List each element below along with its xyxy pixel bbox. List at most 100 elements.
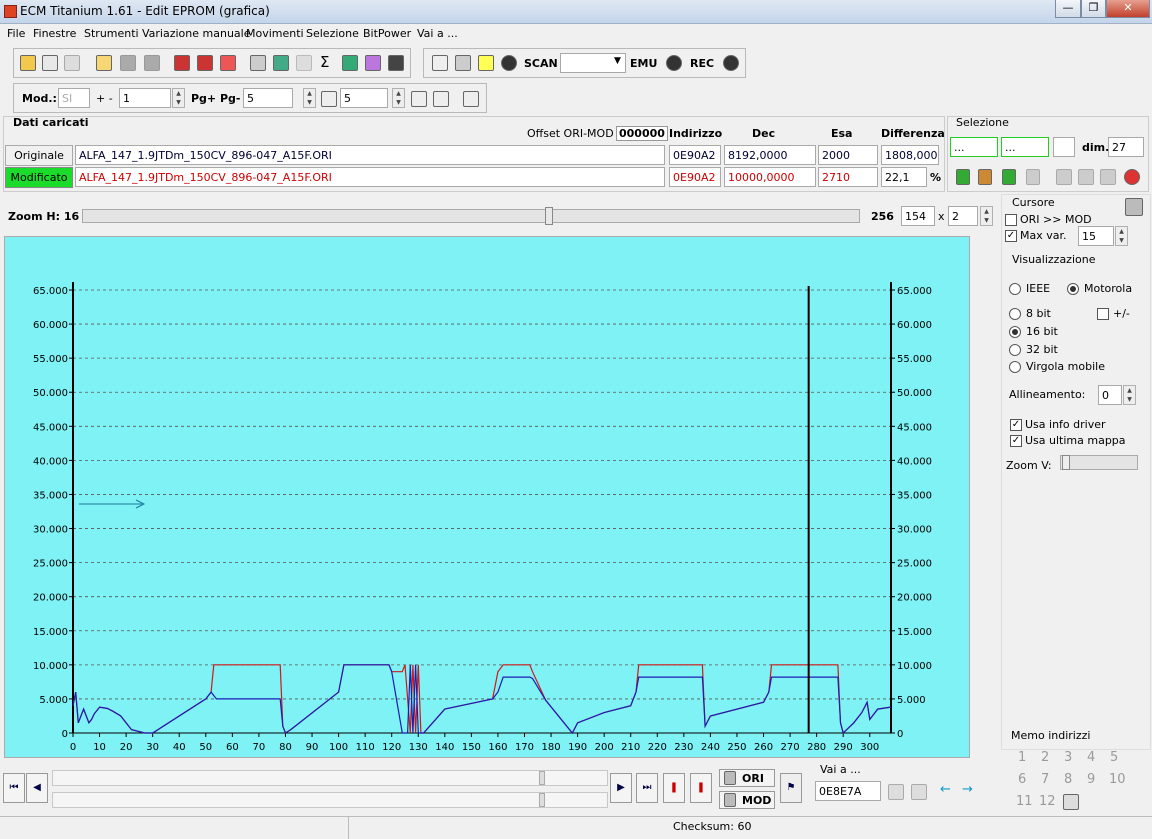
modified-dec[interactable] [724,167,816,187]
menu-variazione-manuale[interactable]: Variazione manuale [142,27,251,40]
step-field[interactable] [119,88,171,108]
memo-4[interactable]: 4 [1087,750,1095,765]
selection-extra[interactable] [1053,137,1075,157]
move-selection-icon[interactable] [1100,169,1116,185]
memo-9[interactable]: 9 [1087,772,1095,787]
menu-file[interactable]: File [7,27,25,40]
chevron-down-icon[interactable]: ▼ [614,56,621,66]
p-field[interactable] [340,88,388,108]
alignment-field[interactable] [1098,385,1122,405]
swap-right-icon[interactable]: → [962,782,973,797]
ori-mod-checkbox[interactable] [1005,214,1017,226]
checksum-icon[interactable] [197,55,213,71]
mod-field[interactable] [58,88,90,108]
lock-icon[interactable] [455,55,471,71]
paste-selection-icon[interactable] [1078,169,1094,185]
pg-spinner[interactable]: ▲ ▼ [303,88,316,108]
save-icon[interactable] [120,55,136,71]
scroll-thumb-mod[interactable] [539,793,545,807]
memo-5[interactable]: 5 [1110,750,1118,765]
step-spinner[interactable]: ▲ ▼ [172,88,185,108]
compare-prev-icon[interactable]: ❚ [663,773,685,803]
p-spinner[interactable]: ▲ ▼ [392,88,405,108]
motorola-radio[interactable] [1067,283,1079,295]
copy-selection-icon[interactable] [1056,169,1072,185]
select-range-icon[interactable] [978,169,992,185]
module-icon[interactable] [273,55,289,71]
max-var-checkbox[interactable]: ✓ [1005,230,1017,242]
goto-end-icon[interactable] [911,784,927,800]
menu-finestre[interactable]: Finestre [33,27,76,40]
m-small-icon[interactable] [411,91,427,107]
memo-1[interactable]: 1 [1018,750,1026,765]
select-end-icon[interactable] [1026,169,1040,185]
u-icon[interactable] [463,91,479,107]
minimize-button[interactable]: — [1055,0,1081,18]
sigma-icon[interactable]: Σ [320,53,329,71]
menu-strumenti[interactable]: Strumenti [84,27,139,40]
padlock-icon[interactable] [1125,198,1143,216]
8bit-radio[interactable] [1009,308,1021,320]
memo-10[interactable]: 10 [1109,772,1126,787]
rec-record-icon[interactable] [723,55,739,71]
maximize-button[interactable]: ❐ [1081,0,1106,18]
zoom-h-thumb[interactable] [544,207,553,225]
modified-hex[interactable] [818,167,878,187]
original-address[interactable] [669,145,721,165]
zoom-value-field[interactable] [901,206,935,226]
m-icon[interactable] [433,91,449,107]
ori-button[interactable]: ORI [719,769,775,787]
horizontal-scroll-ori[interactable] [52,770,608,786]
menu-vai-a[interactable]: Vai a ... [417,27,458,40]
modified-diff[interactable] [881,167,927,187]
zoom-factor-spinner[interactable]: ▲ ▼ [980,206,993,226]
scroll-thumb-ori[interactable] [539,771,545,785]
original-hex[interactable] [818,145,878,165]
first-page-icon[interactable]: ⏮ [3,773,25,803]
checklist-icon[interactable] [174,55,190,71]
original-dec[interactable] [724,145,816,165]
reset-icon[interactable] [1124,169,1140,185]
modified-address[interactable] [669,167,721,187]
tools-icon[interactable] [250,55,266,71]
emu-record-icon[interactable] [666,55,682,71]
chart-area[interactable]: 0 0 5.000 5.000 10.000 10.000 15.000 15.000 20.0… [4,236,970,758]
chart-icon[interactable] [365,55,381,71]
zoom-v-thumb[interactable] [1062,455,1070,470]
last-page-icon[interactable]: ⏭ [636,773,658,803]
record-icon[interactable] [501,55,517,71]
16bit-radio[interactable] [1009,326,1021,338]
max-var-spinner[interactable]: ▲ ▼ [1115,226,1128,246]
binoculars-icon[interactable] [388,55,404,71]
modified-file[interactable] [75,167,665,187]
original-diff[interactable] [881,145,939,165]
prev-page-icon[interactable]: ◀ [26,773,48,803]
select-add-icon[interactable] [1002,169,1016,185]
zoom-v-slider[interactable] [1060,455,1138,470]
memo-2[interactable]: 2 [1041,750,1049,765]
next-page-icon[interactable]: ▶ [610,773,632,803]
page-icon[interactable] [64,55,80,71]
menu-movimenti[interactable]: Movimenti [246,27,304,40]
memo-8[interactable]: 8 [1064,772,1072,787]
selection-from[interactable] [950,137,998,157]
flag-icon[interactable]: ⚑ [780,773,802,803]
memo-clipboard-icon[interactable] [1063,794,1079,810]
horizontal-scroll-mod[interactable] [52,792,608,808]
32bit-radio[interactable] [1009,344,1021,356]
menu-selezione[interactable]: Selezione [306,27,359,40]
memo-7[interactable]: 7 [1041,772,1049,787]
p-icon[interactable] [321,91,337,107]
open-folder-icon[interactable] [96,55,112,71]
memo-11[interactable]: 11 [1016,794,1033,809]
sign-checkbox[interactable] [1097,308,1109,320]
goto-field[interactable] [815,781,881,801]
text-icon[interactable] [432,55,448,71]
copy-icon[interactable] [42,55,58,71]
original-file[interactable] [75,145,665,165]
last-map-checkbox[interactable]: ✓ [1010,435,1022,447]
zoom-h-slider[interactable] [82,207,860,225]
compare-next-icon[interactable]: ❚ [690,773,712,803]
calendar-icon[interactable] [220,55,236,71]
pg-field[interactable] [243,88,293,108]
